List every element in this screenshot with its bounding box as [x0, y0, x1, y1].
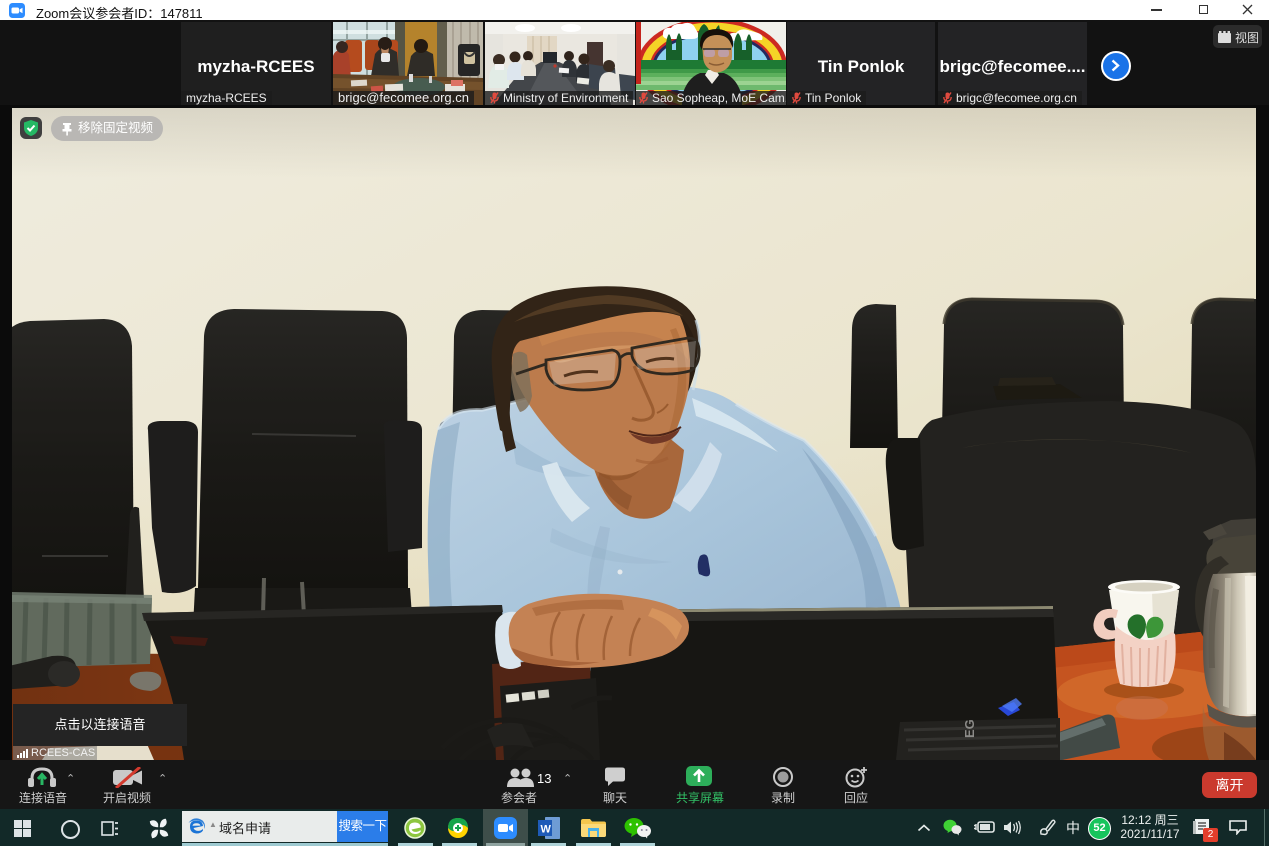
svg-text:W: W [541, 824, 552, 836]
svg-text:13: 13 [537, 771, 551, 786]
